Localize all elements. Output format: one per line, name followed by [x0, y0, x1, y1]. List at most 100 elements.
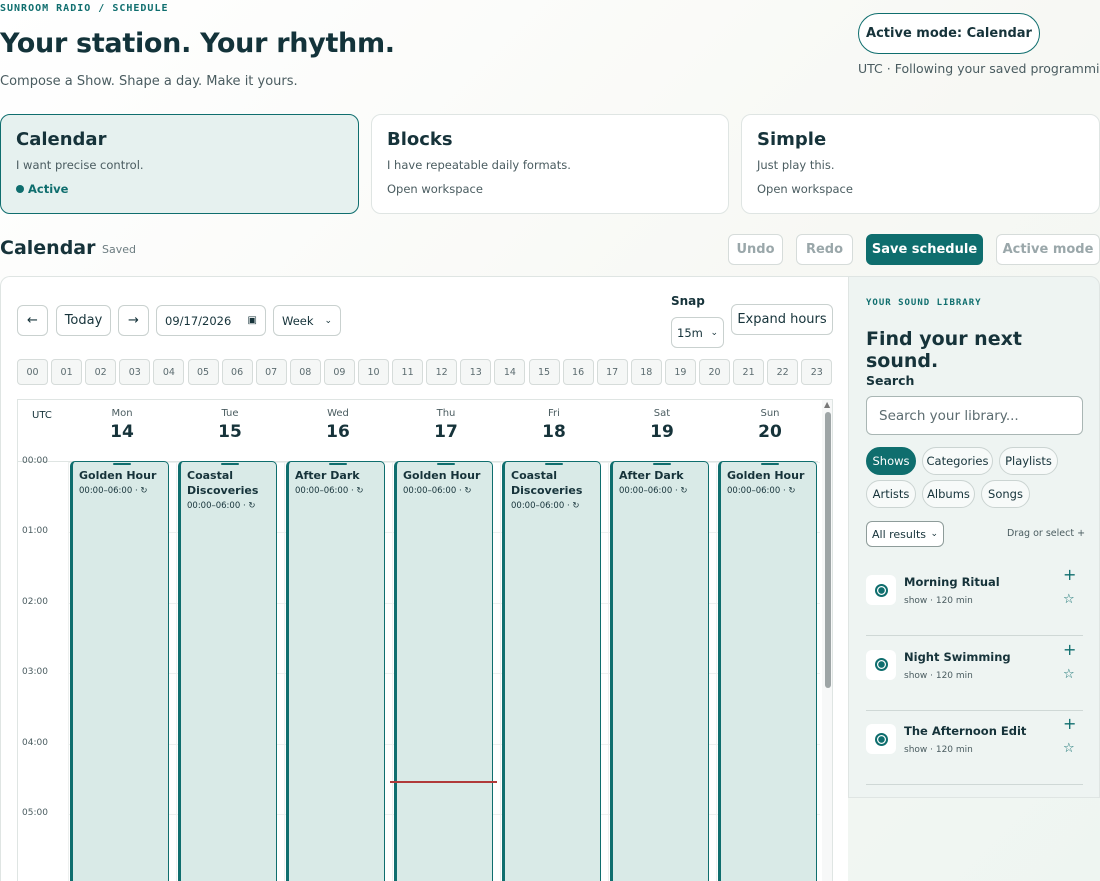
- hour-jump-chip[interactable]: 02: [85, 359, 117, 385]
- scrollbar-thumb[interactable]: [825, 412, 831, 688]
- star-icon[interactable]: ☆: [1063, 592, 1075, 607]
- hour-jump-chip[interactable]: 11: [392, 359, 424, 385]
- scroll-up-icon[interactable]: ▲: [824, 400, 830, 409]
- undo-button[interactable]: Undo: [728, 234, 783, 265]
- active-mode-button[interactable]: Active mode: [996, 234, 1100, 265]
- event-time: 00:00–06:00 · ↻: [403, 486, 472, 496]
- schedule-event[interactable]: Coastal Discoveries 00:00–06:00 · ↻: [502, 461, 601, 881]
- day-header[interactable]: Sun 20: [716, 408, 824, 442]
- date-value: 09/17/2026: [165, 313, 232, 328]
- schedule-event[interactable]: Golden Hour 00:00–06:00 · ↻: [718, 461, 817, 881]
- chip-categories[interactable]: Categories: [922, 447, 993, 475]
- schedule-event[interactable]: Coastal Discoveries 00:00–06:00 · ↻: [178, 461, 277, 881]
- day-column-divider: [392, 462, 393, 881]
- hour-jump-chip[interactable]: 23: [801, 359, 833, 385]
- mode-card-title: Calendar: [16, 129, 107, 150]
- today-button[interactable]: Today: [56, 305, 111, 336]
- day-header[interactable]: Mon 14: [68, 408, 176, 442]
- resize-handle-top[interactable]: [761, 463, 779, 465]
- event-time: 00:00–06:00 · ↻: [619, 486, 688, 496]
- day-name: Wed: [327, 408, 349, 419]
- hour-jump-chip[interactable]: 03: [119, 359, 151, 385]
- hour-jump-chip[interactable]: 01: [51, 359, 83, 385]
- resize-handle-top[interactable]: [329, 463, 347, 465]
- event-time: 00:00–06:00 · ↻: [511, 501, 580, 511]
- hour-jump-chip[interactable]: 13: [460, 359, 492, 385]
- star-icon[interactable]: ☆: [1063, 667, 1075, 682]
- resize-handle-top[interactable]: [437, 463, 455, 465]
- hour-jump-chip[interactable]: 22: [767, 359, 799, 385]
- timezone-label: UTC: [32, 410, 52, 421]
- star-icon[interactable]: ☆: [1063, 741, 1075, 756]
- chip-songs[interactable]: Songs: [981, 480, 1030, 508]
- hour-jump-chip[interactable]: 04: [153, 359, 185, 385]
- expand-hours-button[interactable]: Expand hours: [731, 304, 833, 335]
- add-icon[interactable]: +: [1063, 640, 1076, 659]
- hour-jump-chip[interactable]: 16: [562, 359, 594, 385]
- calendar-icon: ▣: [247, 315, 257, 326]
- hour-jump-chip[interactable]: 12: [426, 359, 458, 385]
- library-item[interactable]: Morning Ritual show · 120 min + ☆: [866, 562, 1083, 636]
- mode-card-calendar[interactable]: Calendar I want precise control. Active: [0, 114, 359, 214]
- mode-card-simple[interactable]: Simple Just play this. Open workspace: [741, 114, 1100, 214]
- hour-jump-chip[interactable]: 07: [255, 359, 287, 385]
- day-header[interactable]: Tue 15: [176, 408, 284, 442]
- day-name: Sat: [653, 408, 671, 419]
- grid-scrollbar[interactable]: ▲: [822, 400, 832, 881]
- day-header[interactable]: Sat 19: [608, 408, 716, 442]
- library-search-input[interactable]: [866, 396, 1083, 435]
- time-label: 03:00: [22, 667, 48, 678]
- snap-select[interactable]: 15m ⌄: [671, 317, 724, 348]
- add-icon[interactable]: +: [1063, 714, 1076, 733]
- hour-jump-chip[interactable]: 10: [358, 359, 389, 385]
- results-filter-select[interactable]: All results ⌄: [866, 521, 944, 547]
- hour-jump-chip[interactable]: 09: [323, 359, 355, 385]
- resize-handle-top[interactable]: [113, 463, 131, 465]
- hour-jump-chip[interactable]: 18: [630, 359, 662, 385]
- hour-jump-chip[interactable]: 17: [596, 359, 628, 385]
- day-name: Fri: [548, 408, 560, 419]
- hour-jump-chip[interactable]: 08: [289, 359, 321, 385]
- hour-jump-chip[interactable]: 00: [17, 359, 48, 385]
- hour-jump-chip[interactable]: 05: [187, 359, 219, 385]
- day-column-divider: [284, 462, 285, 881]
- prev-week-button[interactable]: ←: [17, 305, 48, 336]
- drag-hint: Drag or select +: [1007, 528, 1086, 539]
- chip-artists[interactable]: Artists: [866, 480, 916, 508]
- chip-playlists[interactable]: Playlists: [999, 447, 1058, 475]
- hour-jump-chip[interactable]: 14: [494, 359, 526, 385]
- chip-albums[interactable]: Albums: [922, 480, 975, 508]
- hour-jump-chip[interactable]: 19: [664, 359, 696, 385]
- mode-card-blocks[interactable]: Blocks I have repeatable daily formats. …: [371, 114, 729, 214]
- resize-handle-top[interactable]: [221, 463, 239, 465]
- date-input[interactable]: 09/17/2026 ▣: [156, 305, 266, 336]
- redo-button[interactable]: Redo: [796, 234, 853, 265]
- day-header[interactable]: Fri 18: [500, 408, 608, 442]
- day-header[interactable]: Thu 17: [392, 408, 500, 442]
- day-column-divider: [500, 462, 501, 881]
- library-item[interactable]: The Afternoon Edit show · 120 min + ☆: [866, 711, 1083, 785]
- schedule-event[interactable]: After Dark 00:00–06:00 · ↻: [610, 461, 709, 881]
- next-week-button[interactable]: →: [118, 305, 149, 336]
- day-header[interactable]: Wed 16: [284, 408, 392, 442]
- resize-handle-top[interactable]: [545, 463, 563, 465]
- schedule-event[interactable]: Golden Hour 00:00–06:00 · ↻: [70, 461, 169, 881]
- day-name: Thu: [436, 408, 456, 419]
- schedule-event[interactable]: After Dark 00:00–06:00 · ↻: [286, 461, 385, 881]
- hour-jump-chip[interactable]: 15: [528, 359, 560, 385]
- chip-shows[interactable]: Shows: [866, 447, 916, 475]
- day-date: 15: [218, 422, 242, 442]
- mode-card-title: Blocks: [387, 129, 453, 150]
- view-select[interactable]: Week ⌄: [273, 305, 341, 336]
- event-time: 00:00–06:00 · ↻: [295, 486, 364, 496]
- active-mode-pill[interactable]: Active mode: Calendar: [858, 13, 1040, 54]
- save-schedule-button[interactable]: Save schedule: [866, 234, 983, 265]
- resize-handle-top[interactable]: [653, 463, 671, 465]
- schedule-event[interactable]: Golden Hour 00:00–06:00 · ↻: [394, 461, 493, 881]
- hour-jump-chip[interactable]: 21: [733, 359, 765, 385]
- hour-jump-chip[interactable]: 06: [221, 359, 253, 385]
- add-icon[interactable]: +: [1063, 565, 1076, 584]
- library-item[interactable]: Night Swimming show · 120 min + ☆: [866, 637, 1083, 711]
- mode-card-desc: Just play this.: [757, 158, 835, 172]
- hour-jump-chip[interactable]: 20: [699, 359, 730, 385]
